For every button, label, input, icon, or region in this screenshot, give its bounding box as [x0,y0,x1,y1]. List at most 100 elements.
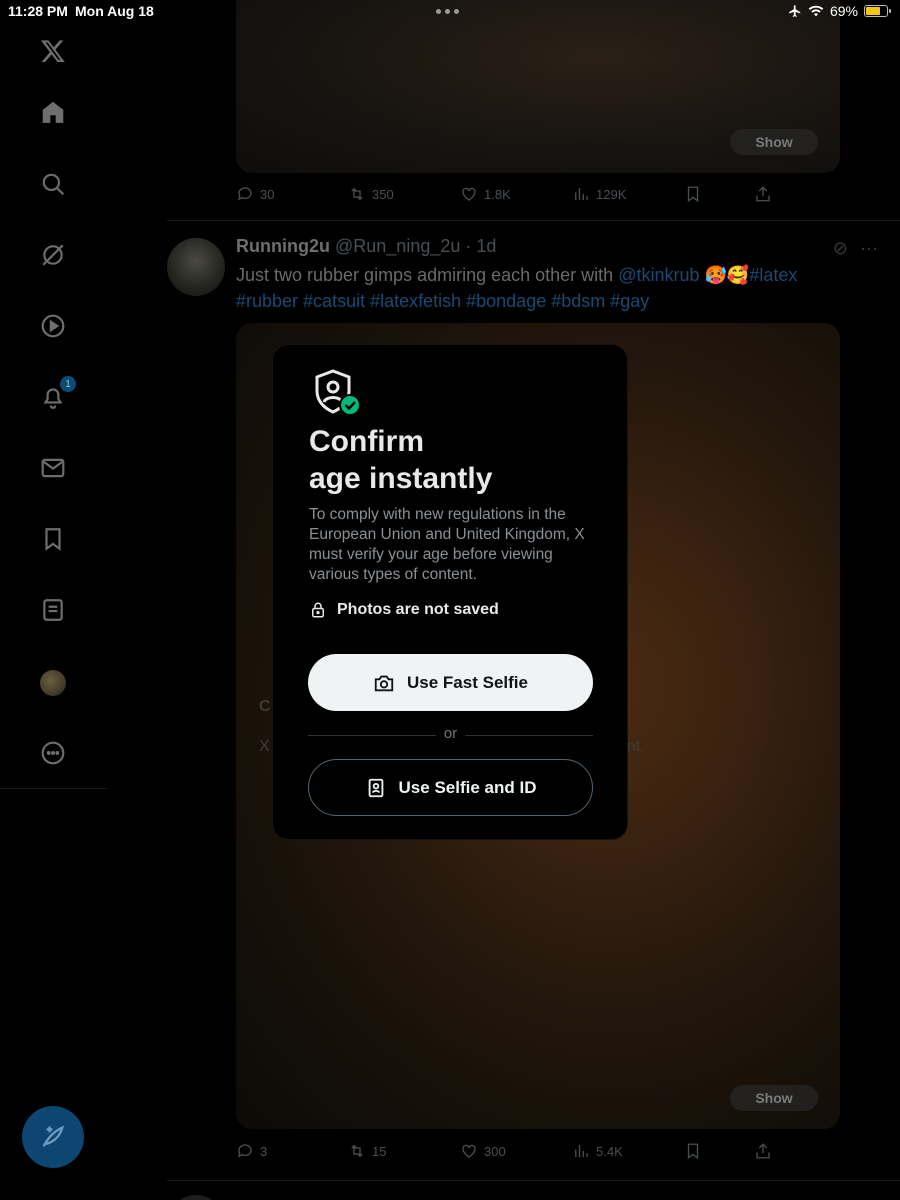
post-top-icons: ⊘ ··· [833,238,878,259]
sidebar-divider [0,788,107,789]
post-emoji: 🥵🥰 [699,265,750,285]
analytics-icon [575,1145,588,1157]
lists-icon[interactable] [38,595,68,625]
author-avatar[interactable] [167,238,225,296]
reply-button[interactable]: 3 [236,1142,348,1160]
heart-icon [462,187,476,201]
post-actions: 3 15 300 5.4K [236,1139,796,1163]
status-date: Mon Aug 18 [75,3,154,19]
dialog-description: To comply with new regulations in the Eu… [309,506,585,583]
share-button[interactable] [754,1142,772,1160]
id-card-icon [368,778,383,797]
background-warning-heading: C [259,698,271,715]
bookmark-button[interactable] [684,185,754,203]
separator-dot: · [465,236,472,256]
show-media-button[interactable]: Show [730,129,818,155]
repost-count: 350 [372,186,394,202]
privacy-note: Photos are not saved [309,601,499,619]
use-fast-selfie-button[interactable]: Use Fast Selfie [308,654,593,711]
hashtag-link[interactable]: #latex [749,265,797,285]
post-actions: 30 350 1.8K 129K [236,182,796,206]
status-time: 11:28 PM [8,3,68,19]
compose-icon [42,1125,65,1147]
reply-count: 3 [260,1143,268,1159]
post-age[interactable]: 1d [476,236,496,256]
or-divider: or [308,725,593,745]
use-selfie-and-id-button[interactable]: Use Selfie and ID [308,759,593,816]
or-label: or [435,725,466,742]
notification-badge: 1 [60,376,76,392]
bookmarks-icon[interactable] [38,524,68,554]
airplane-mode-icon [789,5,801,17]
age-verification-dialog: Confirm age instantly To comply with new… [272,344,628,840]
repost-button[interactable]: 15 [348,1142,460,1160]
post-divider [167,220,900,221]
grok-icon[interactable] [38,240,68,270]
shield-check-icon [315,369,361,416]
compose-button[interactable] [22,1106,84,1168]
repost-icon [351,1144,363,1158]
view-count: 129K [596,186,627,202]
reply-icon [237,1144,252,1158]
grok-icon[interactable]: ⊘ [833,238,848,259]
privacy-note-text: Photos are not saved [337,601,499,618]
author-name[interactable]: Running2u [236,236,330,256]
post-text: Just two rubber gimps admiring each othe… [236,262,846,314]
battery-percent: 69% [829,3,858,19]
mention-link[interactable]: @tkinkrub [618,265,699,285]
status-bar: 11:28 PM Mon Aug 18 69% [0,0,900,24]
battery-icon [864,5,891,17]
views-button[interactable]: 5.4K [572,1142,684,1160]
home-icon[interactable] [38,97,68,127]
post-header: Running2u @Run_ning_2u · 1d [236,236,496,257]
profile-avatar[interactable] [40,670,66,696]
dialog-title-line1: Confirm [309,425,424,458]
reply-button[interactable]: 30 [236,185,348,203]
use-selfie-and-id-label: Use Selfie and ID [398,777,537,797]
x-logo-icon[interactable] [38,36,68,66]
wifi-icon [808,5,824,17]
repost-icon [351,187,363,201]
status-indicators: 69% [788,3,891,19]
analytics-icon [575,188,588,200]
bookmark-button[interactable] [684,1142,754,1160]
post-text-prefix: Just two rubber gimps admiring each othe… [236,265,619,285]
hashtags-link[interactable]: #rubber #catsuit #latexfetish #bondage #… [236,291,649,311]
video-icon[interactable] [38,311,68,341]
background-warning-text-right: nt. [627,738,645,755]
author-avatar[interactable] [167,1195,225,1200]
lock-icon [312,602,324,618]
more-icon[interactable] [38,738,68,768]
repost-button[interactable]: 350 [348,185,460,203]
more-options-icon[interactable]: ··· [860,238,878,259]
like-button[interactable]: 1.8K [460,185,572,203]
like-count: 300 [484,1143,506,1159]
repost-count: 15 [372,1143,387,1159]
camera-icon [374,675,394,691]
heart-icon [462,1144,476,1158]
share-button[interactable] [754,185,772,203]
reply-count: 30 [260,186,275,202]
bookmark-icon [687,1143,699,1160]
show-media-button[interactable]: Show [730,1085,818,1111]
like-button[interactable]: 300 [460,1142,572,1160]
messages-icon[interactable] [38,453,68,483]
dialog-title-line2: age instantly [309,462,493,495]
sidebar: 1 [0,0,107,1200]
use-fast-selfie-label: Use Fast Selfie [407,672,528,692]
reply-icon [237,187,252,201]
post-media-sensitive[interactable]: Show [236,0,840,173]
next-post-preview [167,1180,900,1200]
like-count: 1.8K [484,186,511,202]
multitasking-dots-icon[interactable] [436,9,459,14]
notifications-icon[interactable]: 1 [38,376,76,412]
search-icon[interactable] [38,169,68,199]
view-count: 5.4K [596,1143,623,1159]
views-button[interactable]: 129K [572,185,684,203]
share-icon [756,1143,770,1159]
background-warning-text-left: X [259,738,270,755]
author-handle[interactable]: @Run_ning_2u [335,236,460,256]
dialog-title: Confirm age instantly [309,423,609,497]
share-icon [756,186,770,202]
bookmark-icon [687,186,699,203]
